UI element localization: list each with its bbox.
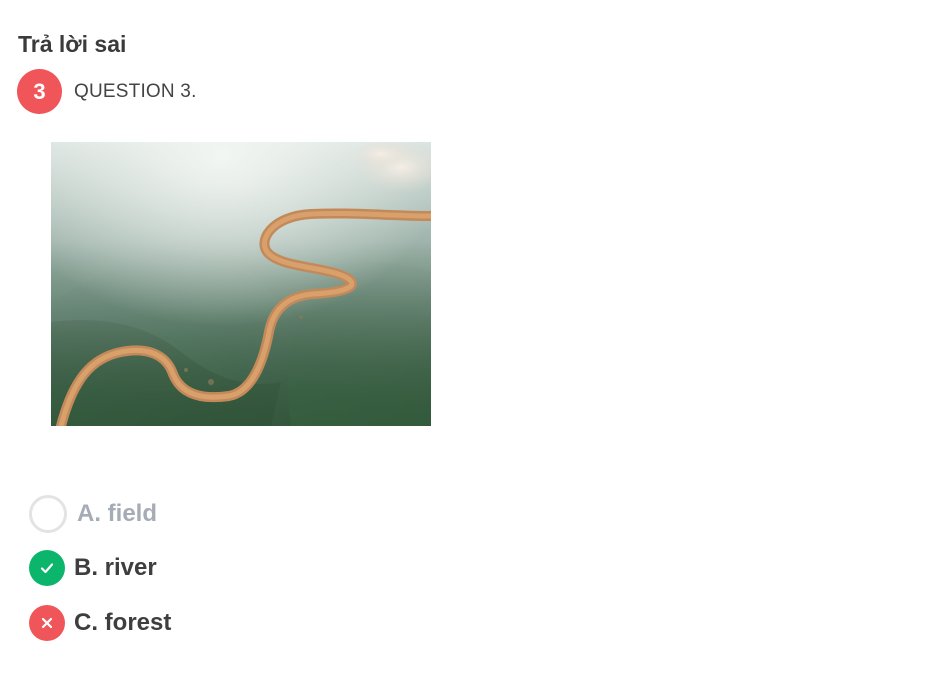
question-image xyxy=(51,142,431,426)
radio-circle-icon xyxy=(29,495,67,533)
check-icon xyxy=(29,550,65,586)
answer-option-b[interactable]: B. river xyxy=(29,549,157,587)
answer-option-a[interactable]: A. field xyxy=(29,495,157,533)
answer-option-c-label: C. forest xyxy=(74,609,172,636)
question-header: 3 QUESTION 3. xyxy=(17,69,197,114)
answer-option-c[interactable]: C. forest xyxy=(29,604,171,642)
answer-option-b-label: B. river xyxy=(74,554,157,581)
question-label: QUESTION 3. xyxy=(74,80,197,102)
answer-option-a-label: A. field xyxy=(77,500,158,527)
cross-icon xyxy=(29,605,65,641)
question-number-badge: 3 xyxy=(17,69,62,114)
result-title: Trả lời sai xyxy=(18,31,127,57)
